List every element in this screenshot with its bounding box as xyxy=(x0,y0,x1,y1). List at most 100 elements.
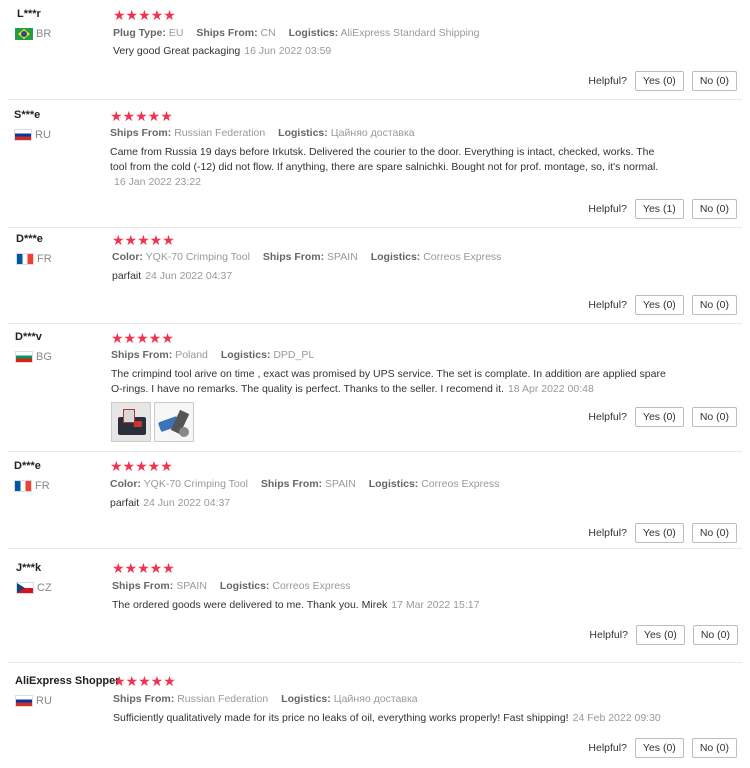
helpful-no-button[interactable]: No (0) xyxy=(692,625,738,645)
reviewer-country: FR xyxy=(16,253,52,265)
country-code: FR xyxy=(37,253,52,265)
review-meta: Ships From: Poland Logistics: DPD_PL xyxy=(111,349,314,361)
review-date: 24 Jun 2022 04:37 xyxy=(145,270,233,282)
ships-from-label: Ships From: xyxy=(112,580,174,592)
helpful-label: Helpful? xyxy=(588,299,627,311)
helpful-no-button[interactable]: No (0) xyxy=(691,407,737,427)
rating-stars: ★★★★★ xyxy=(110,458,173,474)
review-card: L***r BR ★★★★★ Plug Type: EU Ships From:… xyxy=(0,0,750,100)
helpful-no-button[interactable]: No (0) xyxy=(691,199,737,219)
russia-flag-icon xyxy=(15,695,33,707)
review-meta: Ships From: SPAIN Logistics: Correos Exp… xyxy=(112,580,351,592)
review-card: J***k CZ ★★★★★ Ships From: SPAIN Logisti… xyxy=(0,549,750,663)
helpful-yes-button[interactable]: Yes (0) xyxy=(634,407,684,427)
plug-type-label: Plug Type: xyxy=(113,27,166,39)
plug-type-value: EU xyxy=(168,27,184,39)
color-label: Color: xyxy=(112,251,143,263)
review-body: Sufficiently qualitatively made for its … xyxy=(113,712,569,724)
helpful-label: Helpful? xyxy=(588,742,627,754)
helpful-label: Helpful? xyxy=(589,629,628,641)
review-text: The crimpind tool arive on time , exact … xyxy=(111,367,671,397)
color-value: YQK-70 Crimping Tool xyxy=(145,251,250,263)
logistics-value: Correos Express xyxy=(272,580,351,592)
review-photo-thumbnail[interactable] xyxy=(111,402,151,442)
reviewer-name: J***k xyxy=(16,562,42,574)
logistics-value: AliExpress Standard Shipping xyxy=(340,27,480,39)
review-meta: Ships From: Russian Federation Logistics… xyxy=(113,693,418,705)
helpful-label: Helpful? xyxy=(588,75,627,87)
logistics-label: Logistics: xyxy=(370,251,421,263)
review-text: parfait 24 Jun 2022 04:37 xyxy=(110,496,670,511)
review-date: 24 Jun 2022 04:37 xyxy=(143,497,231,509)
ships-from-label: Ships From: xyxy=(110,127,172,139)
review-card: D***e FR ★★★★★ Color: YQK-70 Crimping To… xyxy=(0,452,750,548)
ships-from-label: Ships From: xyxy=(111,349,173,361)
review-photos xyxy=(111,402,197,442)
country-code: CZ xyxy=(37,582,52,594)
reviewer-name: S***e xyxy=(14,109,41,121)
reviewer-name: L***r xyxy=(17,8,41,20)
helpful-vote: Helpful? Yes (0) No (0) xyxy=(588,523,737,543)
rating-stars: ★★★★★ xyxy=(110,108,173,124)
ships-from-label: Ships From: xyxy=(113,693,175,705)
helpful-yes-button[interactable]: Yes (0) xyxy=(634,738,684,758)
ships-from-label: Ships From: xyxy=(262,251,325,263)
helpful-no-button[interactable]: No (0) xyxy=(691,738,737,758)
review-meta: Ships From: Russian Federation Logistics… xyxy=(110,127,415,139)
review-card: D***e FR ★★★★★ Color: YQK-70 Crimping To… xyxy=(0,228,750,324)
helpful-no-button[interactable]: No (0) xyxy=(691,295,737,315)
rating-stars: ★★★★★ xyxy=(113,673,176,689)
review-text: The ordered goods were delivered to me. … xyxy=(112,598,672,613)
rating-stars: ★★★★★ xyxy=(112,560,175,576)
review-date: 24 Feb 2022 09:30 xyxy=(572,712,661,724)
review-photo-thumbnail[interactable] xyxy=(154,402,194,442)
rating-stars: ★★★★★ xyxy=(111,330,174,346)
reviewer-country: FR xyxy=(14,480,50,492)
color-value: YQK-70 Crimping Tool xyxy=(143,478,248,490)
helpful-no-button[interactable]: No (0) xyxy=(691,523,737,543)
logistics-label: Logistics: xyxy=(368,478,419,490)
review-body: Very good Great packaging xyxy=(113,45,241,57)
country-code: BR xyxy=(36,28,52,40)
review-date: 16 Jan 2022 23:22 xyxy=(114,176,201,188)
ships-from-value: SPAIN xyxy=(327,251,358,263)
review-card: D***v BG ★★★★★ Ships From: Poland Logist… xyxy=(0,324,750,452)
review-body: The ordered goods were delivered to me. … xyxy=(112,599,388,611)
review-text: Came from Russia 19 days before Irkutsk.… xyxy=(110,145,670,190)
helpful-no-button[interactable]: No (0) xyxy=(691,71,737,91)
review-body: Came from Russia 19 days before Irkutsk.… xyxy=(110,146,659,173)
helpful-label: Helpful? xyxy=(588,411,627,423)
france-flag-icon xyxy=(16,253,34,265)
helpful-vote: Helpful? Yes (1) No (0) xyxy=(588,199,737,219)
country-code: BG xyxy=(36,351,52,363)
review-text: parfait 24 Jun 2022 04:37 xyxy=(112,269,672,284)
brazil-flag-icon xyxy=(15,28,33,40)
review-card: AliExpress Shopper RU ★★★★★ Ships From: … xyxy=(0,663,750,768)
helpful-vote: Helpful? Yes (0) No (0) xyxy=(588,295,737,315)
logistics-value: Correos Express xyxy=(421,478,500,490)
review-text: Sufficiently qualitatively made for its … xyxy=(113,711,713,726)
logistics-label: Logistics: xyxy=(220,349,271,361)
review-body: parfait xyxy=(112,270,142,282)
helpful-vote: Helpful? Yes (0) No (0) xyxy=(588,738,737,758)
reviewer-country: RU xyxy=(15,695,52,707)
review-meta: Plug Type: EU Ships From: CN Logistics: … xyxy=(113,27,479,39)
helpful-yes-button[interactable]: Yes (0) xyxy=(634,523,684,543)
france-flag-icon xyxy=(14,480,32,492)
reviewer-country: BR xyxy=(15,28,51,40)
ships-from-label: Ships From: xyxy=(260,478,323,490)
country-code: RU xyxy=(35,129,51,141)
helpful-yes-button[interactable]: Yes (0) xyxy=(634,71,684,91)
color-label: Color: xyxy=(110,478,141,490)
czech-flag-icon xyxy=(16,582,34,594)
helpful-yes-button[interactable]: Yes (1) xyxy=(634,199,684,219)
review-text: Very good Great packaging 16 Jun 2022 03:… xyxy=(113,44,673,59)
reviewer-name: AliExpress Shopper xyxy=(15,675,120,687)
logistics-value: DPD_PL xyxy=(273,349,315,361)
reviewer-country: CZ xyxy=(16,582,52,594)
helpful-yes-button[interactable]: Yes (0) xyxy=(635,625,685,645)
helpful-vote: Helpful? Yes (0) No (0) xyxy=(589,625,738,645)
helpful-yes-button[interactable]: Yes (0) xyxy=(634,295,684,315)
ships-from-value: Russian Federation xyxy=(174,127,266,139)
reviewer-name: D***v xyxy=(15,331,42,343)
